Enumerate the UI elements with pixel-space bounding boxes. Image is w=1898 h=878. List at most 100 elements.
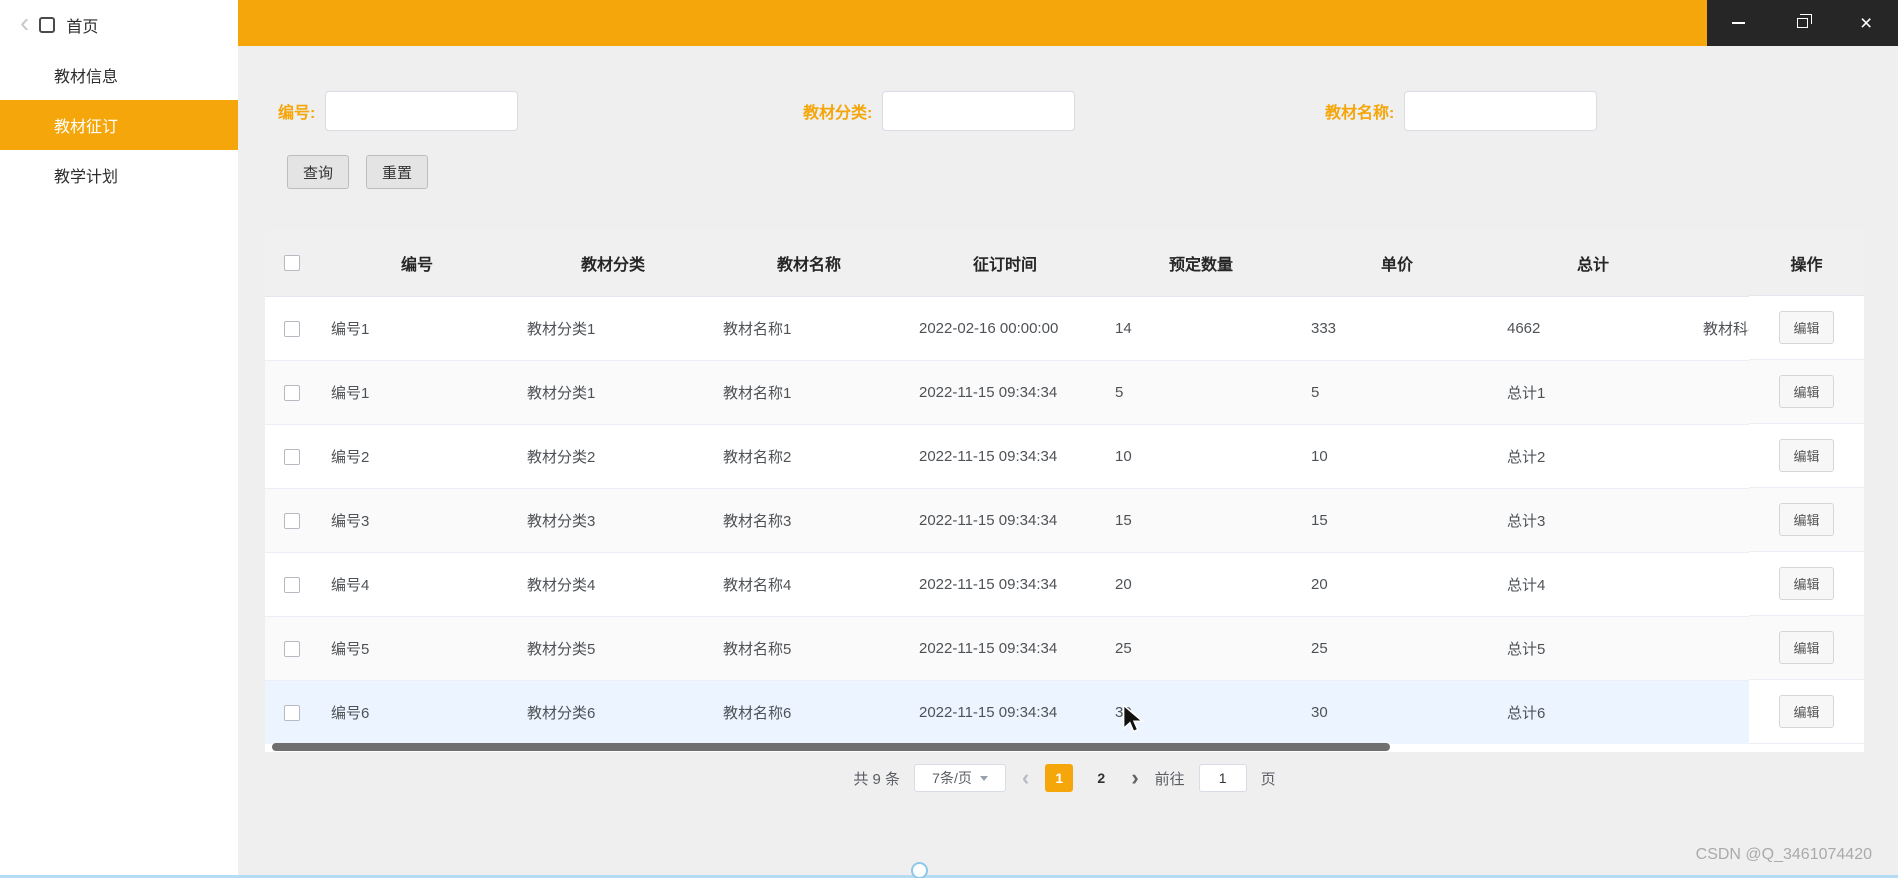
- table-cell: [1691, 552, 1749, 617]
- table-row[interactable]: 编号1 教材分类1 教材名称1 2022-11-15 09:34:34 5 5 总计1: [265, 360, 1749, 425]
- filter-label-number: 编号:: [278, 105, 316, 122]
- page-2-button[interactable]: 2: [1087, 764, 1115, 792]
- row-checkbox[interactable]: [284, 704, 300, 721]
- scrollbar-thumb[interactable]: [272, 743, 1390, 751]
- sidebar-item-home[interactable]: ‹ 首页: [0, 0, 238, 50]
- table-cell: 教材分类4: [515, 552, 711, 617]
- column-header-number: 编号: [319, 230, 515, 297]
- row-checkbox[interactable]: [284, 640, 300, 657]
- column-header-clipped: [1691, 230, 1749, 297]
- table-cell: 教材分类6: [515, 680, 711, 744]
- restore-button[interactable]: [1771, 0, 1835, 46]
- edit-button[interactable]: 编辑: [1779, 375, 1834, 408]
- table-cell: 教材名称4: [711, 552, 907, 617]
- table-row[interactable]: 编号3 教材分类3 教材名称3 2022-11-15 09:34:34 15 15 总计3: [265, 488, 1749, 553]
- column-header-total: 总计: [1495, 230, 1691, 297]
- table-row[interactable]: 编号2 教材分类2 教材名称2 2022-11-15 09:34:34 10 10 总计2: [265, 424, 1749, 489]
- minimize-icon: [1732, 22, 1746, 24]
- table-cell: 10: [1299, 424, 1495, 489]
- sidebar-item-textbook-order[interactable]: 教材征订: [0, 100, 238, 150]
- edit-button[interactable]: 编辑: [1779, 311, 1834, 344]
- restore-icon: [1797, 14, 1812, 28]
- back-arrow-icon[interactable]: ‹: [20, 9, 29, 37]
- table-row[interactable]: 编号5 教材分类5 教材名称5 2022-11-15 09:34:34 25 25 总计5: [265, 616, 1749, 681]
- table-cell: 教材名称1: [711, 296, 907, 361]
- table-cell: 教材分类1: [515, 360, 711, 425]
- edit-button[interactable]: 编辑: [1779, 503, 1834, 536]
- action-cell: 编辑: [1749, 488, 1864, 552]
- sidebar-item-teaching-plan[interactable]: 教学计划: [0, 150, 238, 200]
- table-cell: 2022-11-15 09:34:34: [907, 488, 1103, 553]
- edit-button[interactable]: 编辑: [1779, 631, 1834, 664]
- video-progress-dot: [911, 862, 928, 878]
- minimize-button[interactable]: [1707, 0, 1771, 46]
- table-cell: 总计1: [1495, 360, 1691, 425]
- reset-button[interactable]: 重置: [366, 155, 429, 189]
- table-cell: 10: [1103, 424, 1299, 489]
- table-cell: 15: [1299, 488, 1495, 553]
- table-cell: 教材分类2: [515, 424, 711, 489]
- row-checkbox[interactable]: [284, 320, 300, 337]
- table-row[interactable]: 编号1 教材分类1 教材名称1 2022-02-16 00:00:00 14 333 466…: [265, 296, 1749, 361]
- table-cell: 2022-02-16 00:00:00: [907, 296, 1103, 361]
- name-input[interactable]: [1404, 91, 1598, 131]
- table-cell: 教材名称2: [711, 424, 907, 489]
- window-square-icon: [39, 17, 56, 33]
- column-header-quantity: 预定数量: [1103, 230, 1299, 297]
- page-size-value: 7条/页: [932, 770, 972, 786]
- filter-label-category: 教材分类:: [803, 105, 873, 122]
- table-cell: 总计5: [1495, 616, 1691, 681]
- row-checkbox-cell: [265, 360, 319, 425]
- query-button[interactable]: 查询: [287, 155, 350, 189]
- table-cell: 编号4: [319, 552, 515, 617]
- next-page-button[interactable]: ›: [1129, 764, 1140, 792]
- action-cell: 编辑: [1749, 616, 1864, 680]
- select-all-checkbox[interactable]: [284, 254, 300, 271]
- table-cell: 333: [1299, 296, 1495, 361]
- row-checkbox-cell: [265, 296, 319, 361]
- table-cell: [1691, 616, 1749, 681]
- table-cell: 5: [1299, 360, 1495, 425]
- table-cell: 教材名称6: [711, 680, 907, 744]
- close-button[interactable]: ×: [1834, 0, 1898, 46]
- row-checkbox[interactable]: [284, 448, 300, 465]
- page-1-button[interactable]: 1: [1045, 764, 1074, 792]
- watermark: CSDN @Q_3461074420: [1695, 846, 1872, 863]
- filter-label-name: 教材名称:: [1325, 105, 1395, 122]
- row-checkbox[interactable]: [284, 576, 300, 593]
- edit-button[interactable]: 编辑: [1779, 695, 1834, 728]
- table-row[interactable]: 编号4 教材分类4 教材名称4 2022-11-15 09:34:34 20 20 总计4: [265, 552, 1749, 617]
- mouse-cursor-icon: [1122, 704, 1144, 733]
- window-controls: ×: [1707, 0, 1898, 46]
- sidebar-item-textbook-info[interactable]: 教材信息: [0, 50, 238, 100]
- row-checkbox-cell: [265, 680, 319, 744]
- edit-button[interactable]: 编辑: [1779, 567, 1834, 600]
- table-cell: 14: [1103, 296, 1299, 361]
- table-row[interactable]: 编号6教材分类6教材名称62022-11-15 09:34:343030总计6: [265, 680, 1749, 744]
- page-size-select[interactable]: 7条/页: [914, 764, 1006, 792]
- sidebar-item-label: 首页: [66, 19, 99, 36]
- data-table: 编号 教材分类 教材名称 征订时间 预定数量 单价 总计 编号1 教材分类1 教材名…: [265, 230, 1864, 752]
- row-checkbox[interactable]: [284, 512, 300, 529]
- table-cell: 2022-11-15 09:34:34: [907, 424, 1103, 489]
- filter-field-name: 教材名称:: [1325, 91, 1598, 131]
- top-bar: [238, 0, 1707, 46]
- app-window: ‹ 首页 教材信息 教材征订 教学计划 × 编号: 教材分类: 教材名称: 查询…: [0, 0, 1898, 878]
- table-cell: 编号6: [319, 680, 515, 744]
- table-cell: 教材名称1: [711, 360, 907, 425]
- category-input[interactable]: [882, 91, 1076, 131]
- table-cell: 20: [1103, 552, 1299, 617]
- action-cells: 编辑 编辑 编辑 编辑 编辑 编辑 编辑: [1749, 296, 1864, 744]
- row-checkbox[interactable]: [284, 384, 300, 401]
- table-cell: 2022-11-15 09:34:34: [907, 680, 1103, 744]
- edit-button[interactable]: 编辑: [1779, 439, 1834, 472]
- horizontal-scrollbar[interactable]: [265, 742, 1864, 752]
- chevron-down-icon: [979, 775, 988, 781]
- sidebar: ‹ 首页 教材信息 教材征订 教学计划: [0, 0, 238, 878]
- table-cell: 教材名称3: [711, 488, 907, 553]
- number-input[interactable]: [325, 91, 519, 131]
- table-cell: 教材分类1: [515, 296, 711, 361]
- action-cell: 编辑: [1749, 296, 1864, 360]
- goto-page-input[interactable]: [1198, 764, 1247, 792]
- prev-page-button[interactable]: ‹: [1020, 764, 1031, 792]
